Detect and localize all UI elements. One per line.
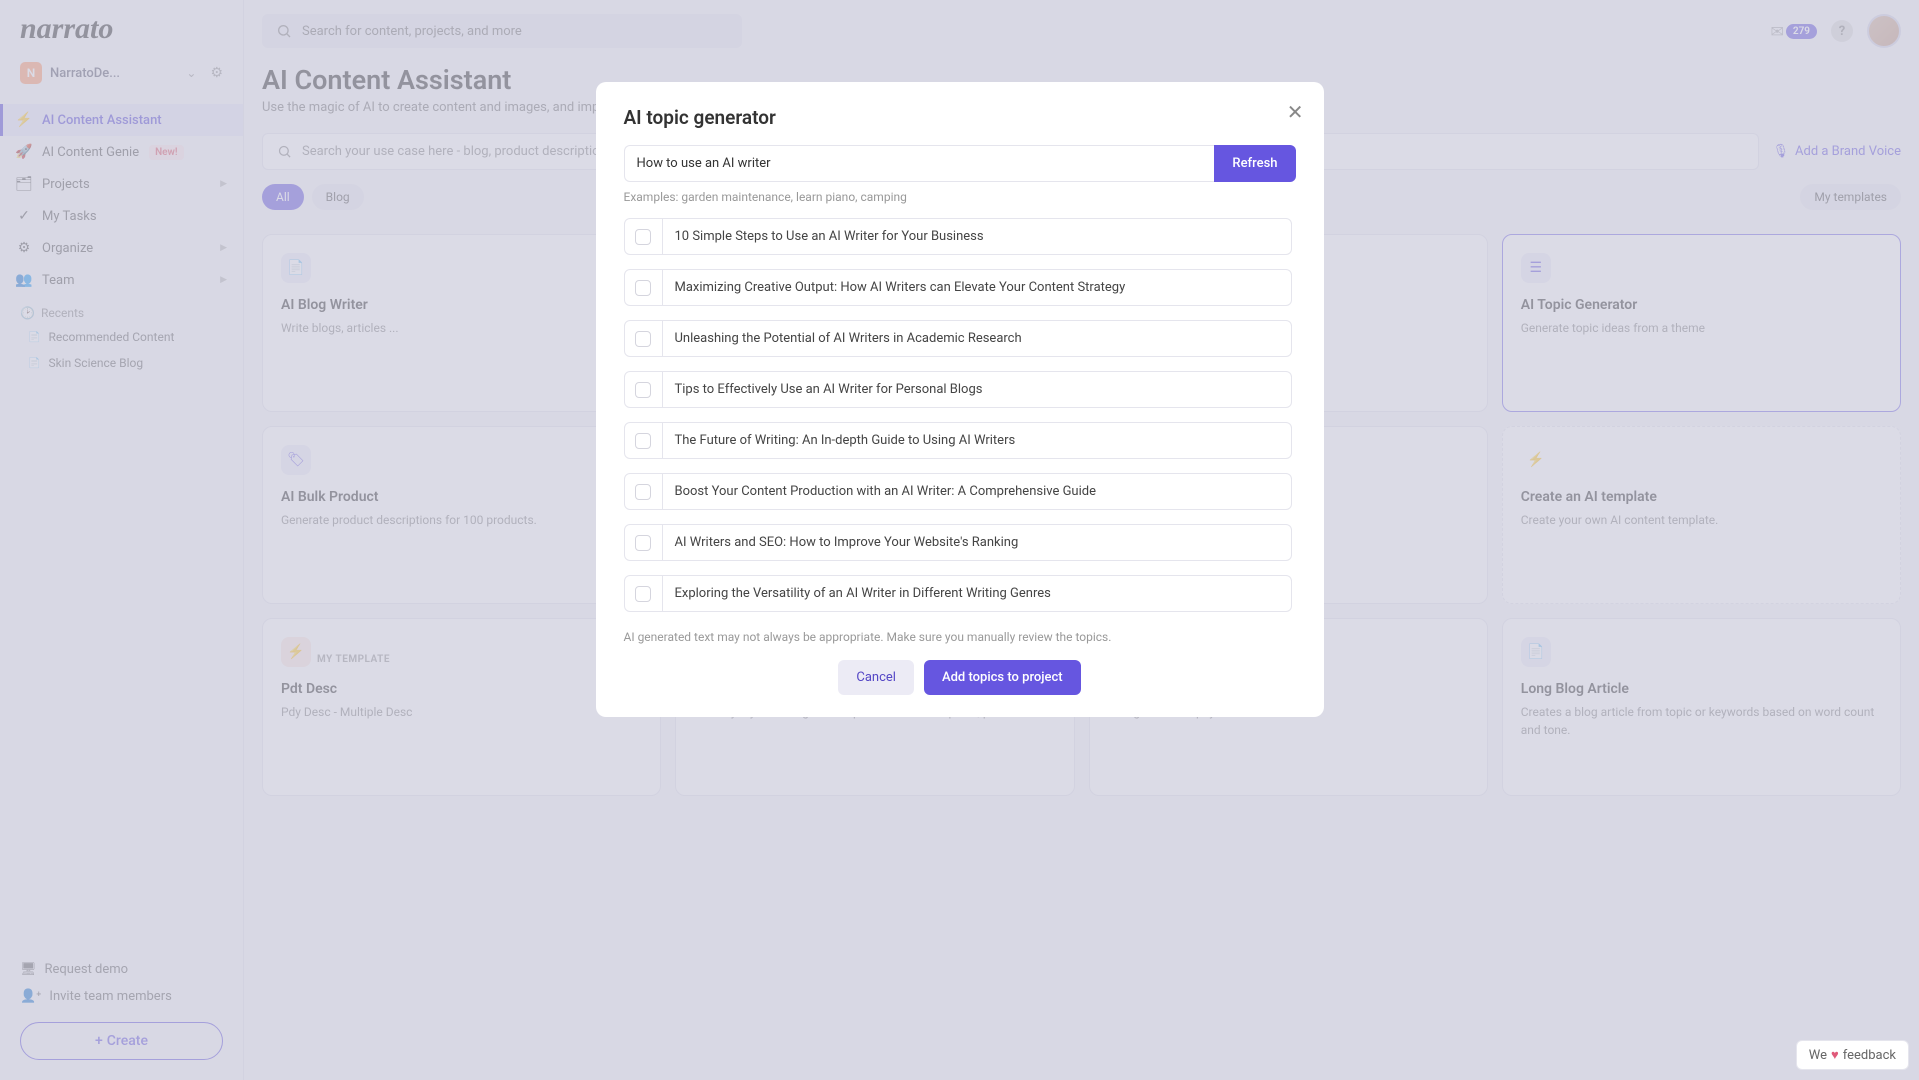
topic-text: The Future of Writing: An In-depth Guide…	[663, 423, 1291, 458]
heart-icon: ♥	[1831, 1047, 1839, 1063]
topic-text: Unleashing the Potential of AI Writers i…	[663, 321, 1291, 356]
feedback-we: We	[1809, 1048, 1827, 1063]
topic-item[interactable]: Unleashing the Potential of AI Writers i…	[624, 320, 1292, 357]
checkbox-icon	[635, 280, 651, 296]
feedback-text: feedback	[1843, 1048, 1896, 1063]
topic-text: Maximizing Creative Output: How AI Write…	[663, 270, 1291, 305]
disclaimer-text: AI generated text may not always be appr…	[624, 630, 1296, 644]
topic-generator-modal: ✕ AI topic generator Refresh Examples: g…	[596, 82, 1324, 717]
examples-text: Examples: garden maintenance, learn pian…	[624, 190, 1296, 204]
close-icon: ✕	[1287, 100, 1304, 124]
topic-input[interactable]	[624, 145, 1215, 182]
checkbox-icon	[635, 535, 651, 551]
checkbox-icon	[635, 586, 651, 602]
close-button[interactable]: ✕	[1287, 100, 1304, 124]
topic-item[interactable]: AI Writers and SEO: How to Improve Your …	[624, 524, 1292, 561]
modal-overlay: ✕ AI topic generator Refresh Examples: g…	[0, 0, 1919, 1080]
topic-input-row: Refresh	[624, 145, 1296, 182]
topic-text: AI Writers and SEO: How to Improve Your …	[663, 525, 1291, 560]
checkbox-icon	[635, 229, 651, 245]
cancel-button[interactable]: Cancel	[838, 660, 914, 695]
refresh-button[interactable]: Refresh	[1214, 145, 1295, 182]
modal-title: AI topic generator	[624, 106, 1296, 129]
checkbox-icon	[635, 331, 651, 347]
topic-item[interactable]: 10 Simple Steps to Use an AI Writer for …	[624, 218, 1292, 255]
topic-item[interactable]: Maximizing Creative Output: How AI Write…	[624, 269, 1292, 306]
topic-checkbox[interactable]	[625, 372, 663, 407]
topic-item[interactable]: Boost Your Content Production with an AI…	[624, 473, 1292, 510]
topic-checkbox[interactable]	[625, 423, 663, 458]
topic-text: Exploring the Versatility of an AI Write…	[663, 576, 1291, 611]
modal-actions: Cancel Add topics to project	[624, 660, 1296, 695]
feedback-chip[interactable]: We ♥ feedback	[1796, 1040, 1909, 1070]
checkbox-icon	[635, 484, 651, 500]
checkbox-icon	[635, 433, 651, 449]
topic-item[interactable]: The Future of Writing: An In-depth Guide…	[624, 422, 1292, 459]
checkbox-icon	[635, 382, 651, 398]
topic-checkbox[interactable]	[625, 474, 663, 509]
topic-text: Boost Your Content Production with an AI…	[663, 474, 1291, 509]
add-topics-button[interactable]: Add topics to project	[924, 660, 1081, 695]
topic-checkorder-checkbox[interactable]	[625, 219, 663, 254]
topic-item[interactable]: Tips to Effectively Use an AI Writer for…	[624, 371, 1292, 408]
topic-checkbox[interactable]	[625, 525, 663, 560]
topics-list[interactable]: 10 Simple Steps to Use an AI Writer for …	[624, 218, 1296, 618]
topic-checkbox[interactable]	[625, 321, 663, 356]
topic-checkbox[interactable]	[625, 270, 663, 305]
topic-text: 10 Simple Steps to Use an AI Writer for …	[663, 219, 1291, 254]
topic-text: Tips to Effectively Use an AI Writer for…	[663, 372, 1291, 407]
topic-item[interactable]: Exploring the Versatility of an AI Write…	[624, 575, 1292, 612]
topic-checkbox[interactable]	[625, 576, 663, 611]
